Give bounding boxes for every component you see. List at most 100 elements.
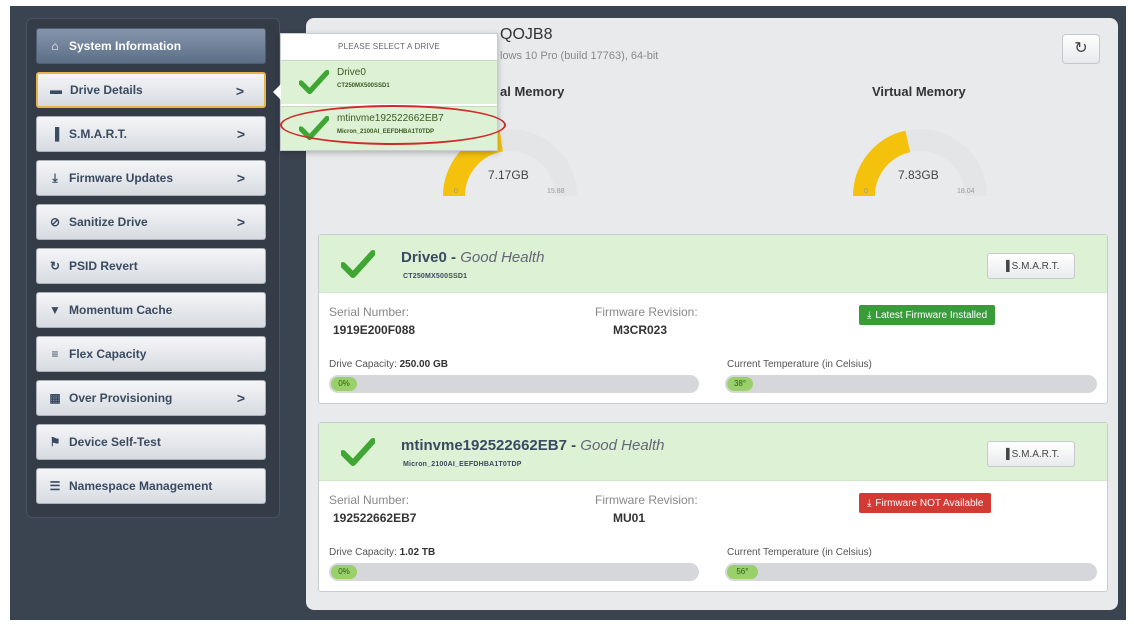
host-name: QOJB8 [500,26,553,43]
sidebar-item-label: Namespace Management [69,479,213,493]
download-icon: ⤓ [52,170,58,185]
download-icon: ⤓ [867,309,872,321]
check-icon [299,69,329,95]
chevron-right-icon: > [236,214,245,230]
drive-model: Micron_2100AI_EEFDHBA1T0TDP [403,461,522,468]
smart-button-label: S.M.A.R.T. [1011,448,1060,460]
sidebar-item-psid-revert[interactable]: ↻ PSID Revert [36,248,266,284]
firmware-status-text: Firmware NOT Available [875,497,984,509]
dropdown-header: PLEASE SELECT A DRIVE [338,42,440,51]
capacity-label-text: Drive Capacity: [329,359,397,370]
capacity-label: Drive Capacity: 1.02 TB [329,547,435,558]
sidebar: ⌂ System Information ▬ Drive Details > ▐… [26,18,280,518]
sidebar-item-label: Device Self-Test [69,435,161,449]
dropdown-item-model: CT250MX500SSD1 [337,83,390,89]
sidebar-item-momentum-cache[interactable]: ▼ Momentum Cache [36,292,266,328]
sidebar-item-system-information[interactable]: ⌂ System Information [36,28,266,64]
smart-button[interactable]: ▐ S.M.A.R.T. [987,253,1075,279]
capacity-bar-fill: 0% [331,565,357,579]
filter-icon: ▼ [49,303,61,317]
firmware-status-text: Latest Firmware Installed [875,309,988,321]
bar-chart-icon: ▐ [1002,260,1010,272]
flag-icon: ⚑ [49,435,61,449]
sidebar-item-label: Drive Details [70,83,143,97]
gauge-title-physical-memory: al Memory [500,84,565,99]
drive-card: Drive0 - Good Health CT250MX500SSD1 ▐ S.M… [318,234,1108,404]
chevron-right-icon: > [235,83,244,99]
temperature-bar: 38° [725,375,1097,393]
sidebar-item-over-provisioning[interactable]: ▦ Over Provisioning > [36,380,266,416]
highlight-ring-annotation [280,105,506,145]
chevron-right-icon: > [236,390,245,406]
gauge-max: 18.04 [957,188,975,195]
drive-name: Drive0 - Good Health [401,249,545,266]
serial-label: Serial Number: [329,305,410,319]
bar-chart-icon: ▐ [1002,448,1010,460]
sidebar-item-flex-capacity[interactable]: ≡ Flex Capacity [36,336,266,372]
serial-value: 1919E200F088 [333,323,416,337]
capacity-bar-fill: 0% [331,377,357,391]
align-icon: ≡ [51,347,59,361]
gauge-value: 7.17GB [488,168,529,182]
refresh-icon: ↻ [1074,40,1088,57]
download-icon: ⤓ [867,497,872,509]
capacity-value: 250.00 GB [399,359,448,370]
drive-name-text: mtinvme192522662EB7 [401,437,567,454]
temperature-label: Current Temperature (in Celsius) [727,547,872,558]
check-icon [341,250,375,278]
capacity-label: Drive Capacity: 250.00 GB [329,359,448,370]
sidebar-item-label: Sanitize Drive [69,215,148,229]
dropdown-item-drive0[interactable]: Drive0 CT250MX500SSD1 [281,60,497,104]
sidebar-item-label: Firmware Updates [69,171,174,185]
os-info: lows 10 Pro (build 17763), 64-bit [500,50,659,62]
sidebar-item-namespace-management[interactable]: ☰ Namespace Management [36,468,266,504]
sidebar-item-firmware-updates[interactable]: ⤓ Firmware Updates > [36,160,266,196]
gauge-min: 0 [454,188,458,195]
bar-chart-icon: ▐ [50,127,60,141]
firmware-value: MU01 [613,511,646,525]
gauge-max: 15.88 [547,188,565,195]
serial-value: 192522662EB7 [333,511,417,525]
smart-button[interactable]: ▐ S.M.A.R.T. [987,441,1075,467]
grid-icon: ▦ [49,391,61,405]
gauge-value: 7.83GB [898,168,939,182]
sidebar-item-label: S.M.A.R.T. [69,127,128,141]
sidebar-item-drive-details[interactable]: ▬ Drive Details > [36,72,266,108]
serial-label: Serial Number: [329,493,410,507]
dropdown-item-name: Drive0 [337,67,366,78]
drive-model: CT250MX500SSD1 [403,273,468,280]
gauge-min: 0 [864,188,868,195]
drive-name-text: Drive0 [401,249,447,266]
capacity-label-text: Drive Capacity: [329,547,397,558]
health-status: Good Health [460,249,545,266]
popover-arrow [273,84,281,100]
sidebar-item-smart[interactable]: ▐ S.M.A.R.T. > [36,116,266,152]
home-icon: ⌂ [51,39,59,53]
sidebar-item-device-self-test[interactable]: ⚑ Device Self-Test [36,424,266,460]
firmware-status-badge[interactable]: ⤓ Firmware NOT Available [859,493,992,513]
refresh-button[interactable]: ↻ [1062,34,1100,64]
smart-button-label: S.M.A.R.T. [1011,260,1060,272]
ban-icon: ⊘ [49,215,61,229]
sidebar-item-label: Momentum Cache [69,303,173,317]
firmware-value: M3CR023 [613,323,668,337]
temperature-label: Current Temperature (in Celsius) [727,359,872,370]
drive-name: mtinvme192522662EB7 - Good Health [401,437,665,454]
health-status: Good Health [580,437,665,454]
chevron-right-icon: > [236,170,245,186]
temperature-bar-fill: 38° [727,377,753,391]
firmware-label: Firmware Revision: [595,493,698,507]
capacity-value: 1.02 TB [399,547,436,558]
sidebar-item-label: Flex Capacity [69,347,147,361]
sidebar-item-sanitize-drive[interactable]: ⊘ Sanitize Drive > [36,204,266,240]
drive-icon: ▬ [50,83,62,97]
sidebar-item-label: PSID Revert [69,259,138,273]
storage-icon: ☰ [49,479,61,493]
temperature-bar: 56° [725,563,1097,581]
check-icon [341,438,375,466]
chevron-right-icon: > [236,126,245,142]
temperature-bar-fill: 56° [727,565,758,579]
gauge-title-virtual-memory: Virtual Memory [872,84,966,99]
firmware-label: Firmware Revision: [595,305,698,319]
firmware-status-badge[interactable]: ⤓ Latest Firmware Installed [859,305,996,325]
